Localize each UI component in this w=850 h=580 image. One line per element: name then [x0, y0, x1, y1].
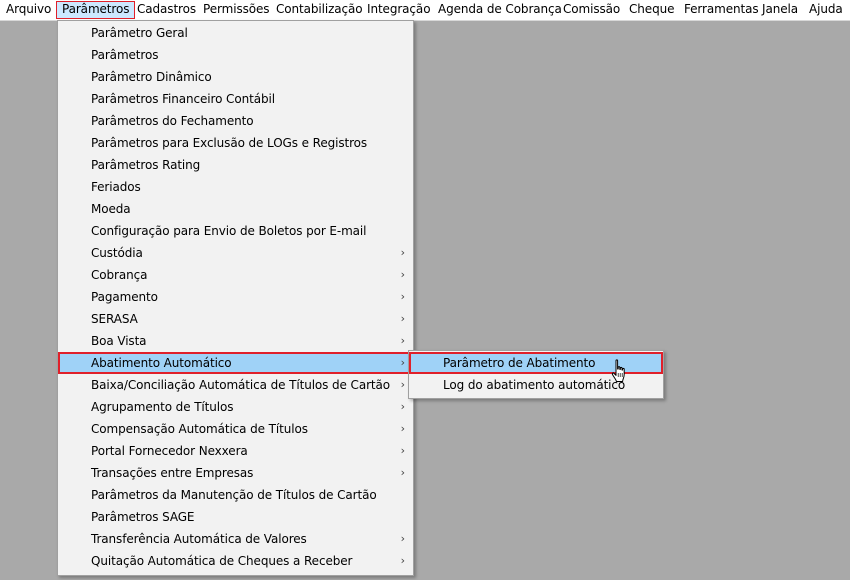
menu-item-agrupamento-de-titulos[interactable]: Agrupamento de Títulos › — [58, 396, 413, 418]
menu-item-label: Parâmetro Dinâmico — [91, 70, 212, 84]
menu-janela[interactable]: Janela — [762, 1, 798, 19]
menu-cadastros[interactable]: Cadastros — [137, 1, 196, 19]
menu-item-label: Custódia — [91, 246, 143, 260]
menu-item-parametros-do-fechamento[interactable]: Parâmetros do Fechamento — [58, 110, 413, 132]
menu-item-configuracao-para-envio-de-boletos-por-e-mail[interactable]: Configuração para Envio de Boletos por E… — [58, 220, 413, 242]
menu-item-portal-fornecedor-nexxera[interactable]: Portal Fornecedor Nexxera › — [58, 440, 413, 462]
menu-cheque[interactable]: Cheque — [629, 1, 674, 19]
menu-permissoes[interactable]: Permissões — [203, 1, 270, 19]
chevron-right-icon: › — [400, 554, 405, 567]
menu-item-transferencia-automatica-de-valores[interactable]: Transferência Automática de Valores › — [58, 528, 413, 550]
menu-item-label: Portal Fornecedor Nexxera — [91, 444, 248, 458]
menu-ferramentas[interactable]: Ferramentas — [684, 1, 759, 19]
menu-item-transacoes-entre-empresas[interactable]: Transações entre Empresas › — [58, 462, 413, 484]
menu-item-label: Abatimento Automático — [91, 356, 232, 370]
menu-item-label: Baixa/Conciliação Automática de Títulos … — [91, 378, 391, 392]
menu-item-parametros-rating[interactable]: Parâmetros Rating — [58, 154, 413, 176]
menu-item-label: Cobrança — [91, 268, 148, 282]
chevron-right-icon: › — [400, 400, 405, 413]
chevron-right-icon: › — [400, 356, 405, 369]
menu-item-label: Parâmetros do Fechamento — [91, 114, 254, 128]
menu-item-label: Transferência Automática de Valores — [91, 532, 307, 546]
chevron-right-icon: › — [400, 246, 405, 259]
menu-item-parametro-dinamico[interactable]: Parâmetro Dinâmico — [58, 66, 413, 88]
menu-arquivo[interactable]: Arquivo — [6, 1, 51, 19]
chevron-right-icon: › — [400, 422, 405, 435]
chevron-right-icon: › — [400, 378, 405, 391]
chevron-right-icon: › — [400, 444, 405, 457]
menu-item-label: Pagamento — [91, 290, 158, 304]
menu-agenda-de-cobranca[interactable]: Agenda de Cobrança — [438, 1, 562, 19]
menu-item-parametro-geral[interactable]: Parâmetro Geral — [58, 22, 413, 44]
menu-item-label: Parâmetro Geral — [91, 26, 188, 40]
menu-item-label: Parâmetros da Manutenção de Títulos de C… — [91, 488, 377, 502]
menu-ajuda[interactable]: Ajuda — [809, 1, 843, 19]
chevron-right-icon: › — [400, 268, 405, 281]
menu-item-parametros-da-manutencao-de-titulos-de-cartao[interactable]: Parâmetros da Manutenção de Títulos de C… — [58, 484, 413, 506]
menu-integracao[interactable]: Integração — [367, 1, 431, 19]
parametros-dropdown-menu: Parâmetro Geral Parâmetros Parâmetro Dinâm… — [57, 20, 414, 576]
menu-item-label: SERASA — [91, 312, 138, 326]
menu-item-compensacao-automatica-de-titulos[interactable]: Compensação Automática de Títulos › — [58, 418, 413, 440]
menu-item-boa-vista[interactable]: Boa Vista › — [58, 330, 413, 352]
chevron-right-icon: › — [400, 532, 405, 545]
submenu-item-label: Parâmetro de Abatimento — [443, 356, 596, 370]
menu-item-label: Parâmetros SAGE — [91, 510, 195, 524]
menu-item-label: Parâmetros — [91, 48, 159, 62]
menu-comissao[interactable]: Comissão — [563, 1, 620, 19]
menu-item-baixa-conciliacao-automatica-de-titulos-de-cartao[interactable]: Baixa/Conciliação Automática de Títulos … — [58, 374, 413, 396]
submenu-item-label: Log do abatimento automático — [443, 378, 626, 392]
menu-item-cobranca[interactable]: Cobrança › — [58, 264, 413, 286]
menu-item-parametros-sage[interactable]: Parâmetros SAGE — [58, 506, 413, 528]
chevron-right-icon: › — [400, 466, 405, 479]
menu-item-label: Feriados — [91, 180, 141, 194]
menu-item-label: Parâmetros Rating — [91, 158, 201, 172]
menu-item-moeda[interactable]: Moeda — [58, 198, 413, 220]
menu-item-label: Transações entre Empresas — [91, 466, 254, 480]
hand-pointer-icon — [611, 359, 625, 382]
menu-bar: Arquivo Parâmetros Cadastros Permissões … — [0, 0, 850, 21]
chevron-right-icon: › — [400, 290, 405, 303]
menu-item-label: Configuração para Envio de Boletos por E… — [91, 224, 367, 238]
menu-item-label: Parâmetros para Exclusão de LOGs e Regis… — [91, 136, 368, 150]
menu-parametros[interactable]: Parâmetros — [56, 1, 136, 19]
menu-item-label: Quitação Automática de Cheques a Receber — [91, 554, 353, 568]
menu-item-parametros[interactable]: Parâmetros — [58, 44, 413, 66]
menu-item-label: Parâmetros Financeiro Contábil — [91, 92, 275, 106]
menu-item-abatimento-automatico[interactable]: Abatimento Automático › — [58, 352, 413, 374]
menu-item-label: Compensação Automática de Títulos — [91, 422, 308, 436]
menu-item-label: Moeda — [91, 202, 131, 216]
menu-item-label: Boa Vista — [91, 334, 147, 348]
menu-item-label: Agrupamento de Títulos — [91, 400, 234, 414]
menu-item-feriados[interactable]: Feriados — [58, 176, 413, 198]
menu-item-custodia[interactable]: Custódia › — [58, 242, 413, 264]
menu-contabilizacao[interactable]: Contabilização — [276, 1, 363, 19]
chevron-right-icon: › — [400, 334, 405, 347]
chevron-right-icon: › — [400, 312, 405, 325]
menu-item-parametros-financeiro-contabil[interactable]: Parâmetros Financeiro Contábil — [58, 88, 413, 110]
menu-item-serasa[interactable]: SERASA › — [58, 308, 413, 330]
menu-item-pagamento[interactable]: Pagamento › — [58, 286, 413, 308]
menu-item-quitacao-automatica-de-cheques-a-receber[interactable]: Quitação Automática de Cheques a Receber… — [58, 550, 413, 572]
menu-item-parametros-para-exclusao-de-logs-e-registros[interactable]: Parâmetros para Exclusão de LOGs e Regis… — [58, 132, 413, 154]
